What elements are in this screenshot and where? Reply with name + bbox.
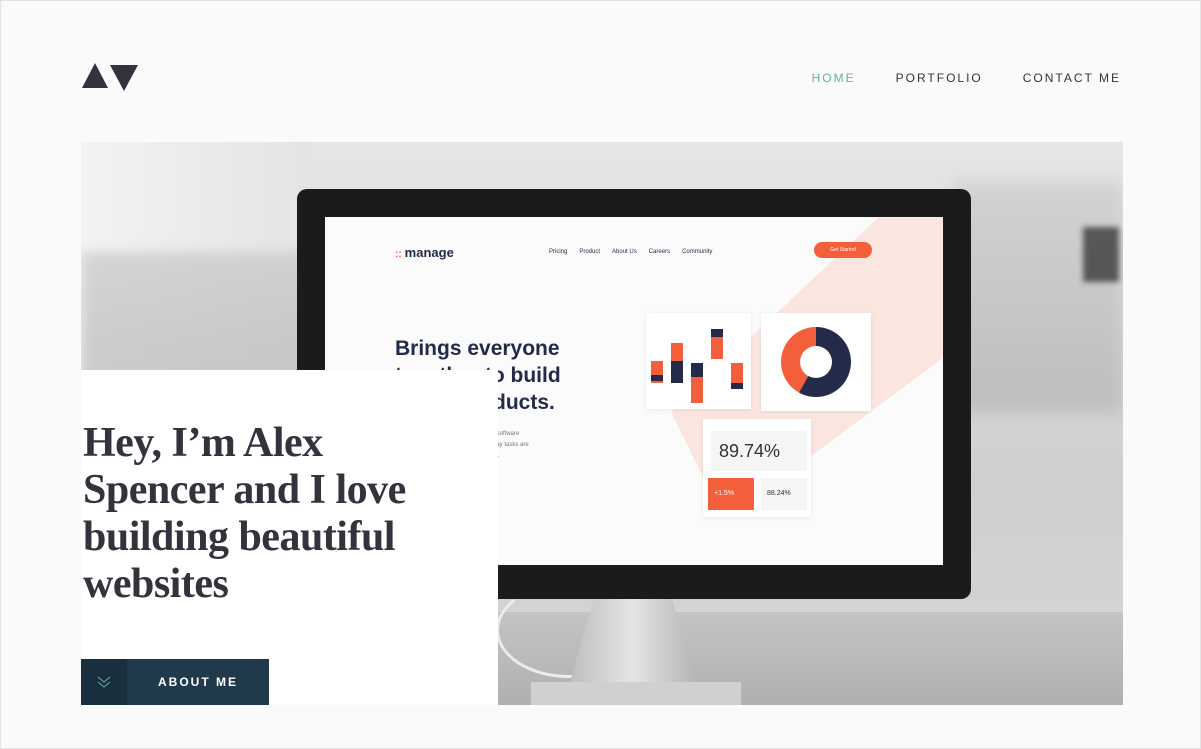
logo-dots-icon: :: bbox=[395, 249, 402, 260]
screen-bar bbox=[671, 361, 683, 383]
background-object bbox=[1083, 227, 1119, 282]
screen-bar bbox=[731, 383, 743, 389]
monitor-foot bbox=[531, 682, 741, 705]
main-nav: HOME PORTFOLIO CONTACT ME bbox=[812, 71, 1121, 85]
about-me-button[interactable]: ABOUT ME bbox=[81, 659, 269, 705]
screen-stat-card: 89.74% +1.5% 88.24% bbox=[703, 419, 811, 517]
screen-nav-item: Pricing bbox=[549, 249, 568, 255]
screen-donut-card bbox=[761, 313, 871, 411]
screen-bar-card bbox=[646, 313, 751, 409]
screen-bar bbox=[691, 363, 703, 378]
nav-home[interactable]: HOME bbox=[812, 71, 856, 85]
screen-stat-b: 88.24% bbox=[761, 478, 807, 510]
screen-donut bbox=[781, 327, 851, 397]
about-me-label: ABOUT ME bbox=[158, 675, 238, 689]
screen-bar bbox=[651, 375, 663, 381]
background-right bbox=[953, 182, 1123, 412]
screen-stat-a: +1.5% bbox=[708, 478, 754, 510]
screen-nav: Pricing Product About Us Careers Communi… bbox=[549, 249, 712, 255]
intro-panel: Hey, I’m Alex Spencer and I love buildin… bbox=[81, 370, 498, 705]
screen-stat-main: 89.74% bbox=[711, 431, 807, 471]
nav-portfolio[interactable]: PORTFOLIO bbox=[896, 71, 983, 85]
intro-heading: Hey, I’m Alex Spencer and I love buildin… bbox=[83, 420, 406, 607]
nav-contact-me[interactable]: CONTACT ME bbox=[1023, 71, 1121, 85]
screen-nav-item: Product bbox=[579, 249, 601, 255]
apple-icon bbox=[627, 574, 639, 588]
screen-nav-item: Community bbox=[682, 249, 713, 255]
screen-bar bbox=[671, 343, 683, 361]
screen-cta: Get Started bbox=[814, 242, 872, 258]
screen-bar bbox=[691, 377, 703, 403]
screen-subtext: r software day tasks are ol. bbox=[493, 431, 529, 459]
screen-logo: :: manage bbox=[395, 245, 454, 260]
screen-bar bbox=[711, 337, 723, 359]
screen-nav-item: About Us bbox=[612, 249, 637, 255]
chevrons-down-icon bbox=[81, 659, 127, 705]
screen-nav-item: Careers bbox=[648, 249, 671, 255]
screen-bar bbox=[731, 363, 743, 383]
screen-bar bbox=[711, 329, 723, 337]
logo-icon[interactable] bbox=[82, 63, 138, 91]
